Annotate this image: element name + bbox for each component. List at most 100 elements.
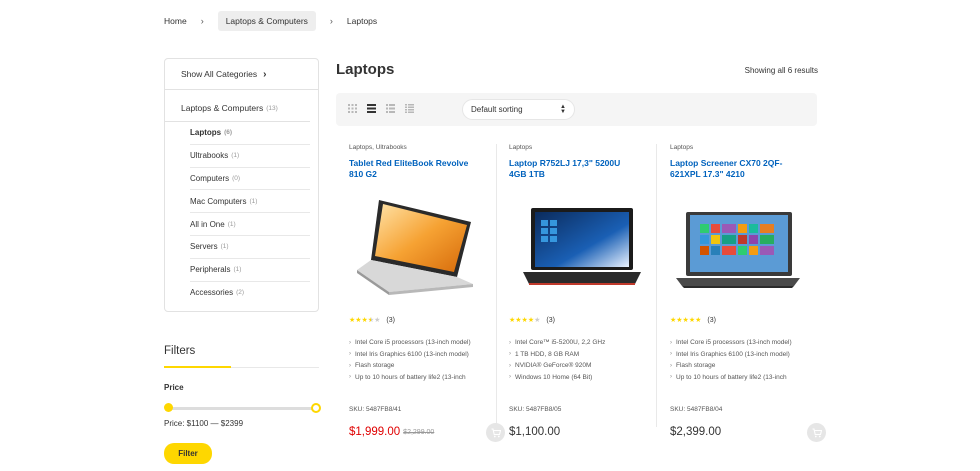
feature-item: › NVIDIA® GeForce® 920M [509,360,605,372]
grid-extended-view-icon[interactable] [367,104,376,113]
product-title-link[interactable]: Laptop Screener CX70 2QF-621XPL 17.3" 42… [670,158,794,182]
product-price: $1,100.00 [509,426,561,438]
breadcrumb-current: Laptops [346,16,378,26]
product-card: Laptops Laptop Screener CX70 2QF-621XPL … [670,144,826,444]
product-price: $1,999.00 [349,426,401,438]
product-title-link[interactable]: Tablet Red EliteBook Revolve 810 G2 [349,158,473,182]
feature-text: 1 TB HDD, 8 GB RAM [515,350,580,358]
category-count: (13) [266,104,278,112]
product-rating: ★★★★★ (3) [509,316,555,325]
feature-item: › Up to 10 hours of battery life2 (13-inc… [670,372,792,384]
cart-icon [812,427,822,437]
feature-item: › Flash storage [349,360,471,372]
rating-count: (3) [707,316,716,324]
product-sku: SKU: 5487FB8/05 [509,406,562,413]
feature-text: Flash storage [355,362,395,370]
product-category[interactable]: Laptops [670,144,825,151]
subcategory-item-ultrabooks[interactable]: Ultrabooks (1) [190,145,310,168]
list-view-icon[interactable] [386,104,395,113]
subcategory-item-servers[interactable]: Servers (1) [190,236,310,259]
product-card: Laptops, Ultrabooks Tablet Red EliteBook… [349,144,505,444]
feature-item: › 1 TB HDD, 8 GB RAM [509,349,605,361]
subcategory-item-accessories[interactable]: Accessories (2) [190,282,310,305]
filter-button[interactable]: Filter [164,443,212,464]
feature-text: Up to 10 hours of battery life2 (13-inch [676,373,787,381]
category-parent-link[interactable]: Laptops & Computers (13) [165,95,310,122]
bullet-icon: › [349,374,351,381]
bullet-icon: › [509,339,511,346]
category-count: (1) [233,266,242,274]
bullet-icon: › [670,339,672,346]
product-title-link[interactable]: Laptop R752LJ 17,3" 5200U 4GB 1TB [509,158,633,182]
bullet-icon: › [509,374,511,381]
product-card: Laptops Laptop R752LJ 17,3" 5200U 4GB 1T… [509,144,664,444]
chevron-right-icon: › [329,16,333,26]
feature-text: Intel Core i5 processors (13-inch model) [355,339,471,347]
product-features: › Intel Core™ i5-5200U, 2,2 GHz › 1 TB HDD… [509,337,605,383]
product-price-row: $2,399.00 [670,423,826,442]
price-slider-max-handle[interactable] [311,403,321,413]
star-rating-icon: ★★★★★ [670,317,702,324]
category-count: (1) [231,152,240,160]
subcategory-item-laptops[interactable]: Laptops (6) [190,122,310,145]
breadcrumb: Home › Laptops & Computers › Laptops [164,11,377,31]
category-count: (2) [236,289,245,297]
subcategory-item-peripherals[interactable]: Peripherals (1) [190,259,310,282]
cart-icon [491,427,501,437]
subcategory-label: Computers [190,173,230,183]
feature-item: › Windows 10 Home (64 Bit) [509,372,605,384]
add-to-cart-button[interactable] [486,423,505,442]
feature-text: Intel Iris Graphics 6100 (13-inch model) [676,350,790,358]
view-switcher [348,104,414,113]
category-sidebar: Show All Categories › Laptops & Computer… [164,58,319,312]
subcategory-item-mac-computers[interactable]: Mac Computers (1) [190,190,310,214]
show-all-categories-label: Show All Categories [181,69,258,79]
page-title: Laptops [336,61,395,78]
grid-view-icon[interactable] [348,104,357,113]
filters-heading-underline [164,366,231,368]
sort-dropdown[interactable]: Default sorting ▲ ▼ [462,99,575,120]
feature-item: › Intel Core™ i5-5200U, 2,2 GHz [509,337,605,349]
product-old-price: $2,299.00 [403,428,435,436]
product-image[interactable] [670,192,804,300]
product-category[interactable]: Laptops, Ultrabooks [349,144,504,151]
bullet-icon: › [349,351,351,358]
product-image[interactable] [509,192,643,300]
bullet-icon: › [349,362,351,369]
feature-text: Intel Iris Graphics 6100 (13-inch model) [355,350,469,358]
shop-toolbar: Default sorting ▲ ▼ [336,93,817,126]
feature-text: NVIDIA® GeForce® 920M [515,362,592,370]
feature-text: Windows 10 Home (64 Bit) [515,373,593,381]
feature-item: › Intel Iris Graphics 6100 (13-inch model… [349,349,471,361]
product-category[interactable]: Laptops [509,144,664,151]
chevron-right-icon: › [200,16,204,26]
add-to-cart-button[interactable] [807,423,826,442]
subcategory-label: Accessories [190,288,234,298]
breadcrumb-home-link[interactable]: Home [164,16,187,26]
product-rating: ★★★★★ (3) [670,316,716,325]
bullet-icon: › [349,339,351,346]
product-sku: SKU: 5487FB8/41 [349,406,402,413]
price-slider-track[interactable] [168,407,316,410]
subcategory-item-all-in-one[interactable]: All in One (1) [190,213,310,236]
product-image[interactable] [349,192,483,300]
subcategory-label: All in One [190,219,225,229]
category-count: (6) [224,129,233,137]
price-slider-min-handle[interactable] [164,403,173,412]
select-arrows-icon: ▲ ▼ [560,104,566,115]
subcategory-list: Laptops (6) Ultrabooks (1) Computers (0) Ma… [190,122,310,304]
subcategory-item-computers[interactable]: Computers (0) [190,168,310,191]
feature-text: Intel Core i5 processors (13-inch model) [676,339,792,347]
bullet-icon: › [670,362,672,369]
chevron-right-icon: › [263,68,267,80]
show-all-categories-link[interactable]: Show All Categories › [165,59,318,90]
subcategory-label: Laptops [190,128,222,138]
breadcrumb-category-link[interactable]: Laptops & Computers [217,11,316,31]
star-rating-icon: ★★★★★★ [349,317,381,324]
product-price-row: $1,100.00 [509,426,653,438]
category-count: (0) [232,174,241,182]
list-small-view-icon[interactable] [405,104,414,113]
product-features: › Intel Core i5 processors (13-inch model… [670,337,792,383]
feature-text: Intel Core™ i5-5200U, 2,2 GHz [515,339,606,347]
feature-item: › Intel Iris Graphics 6100 (13-inch model… [670,349,792,361]
